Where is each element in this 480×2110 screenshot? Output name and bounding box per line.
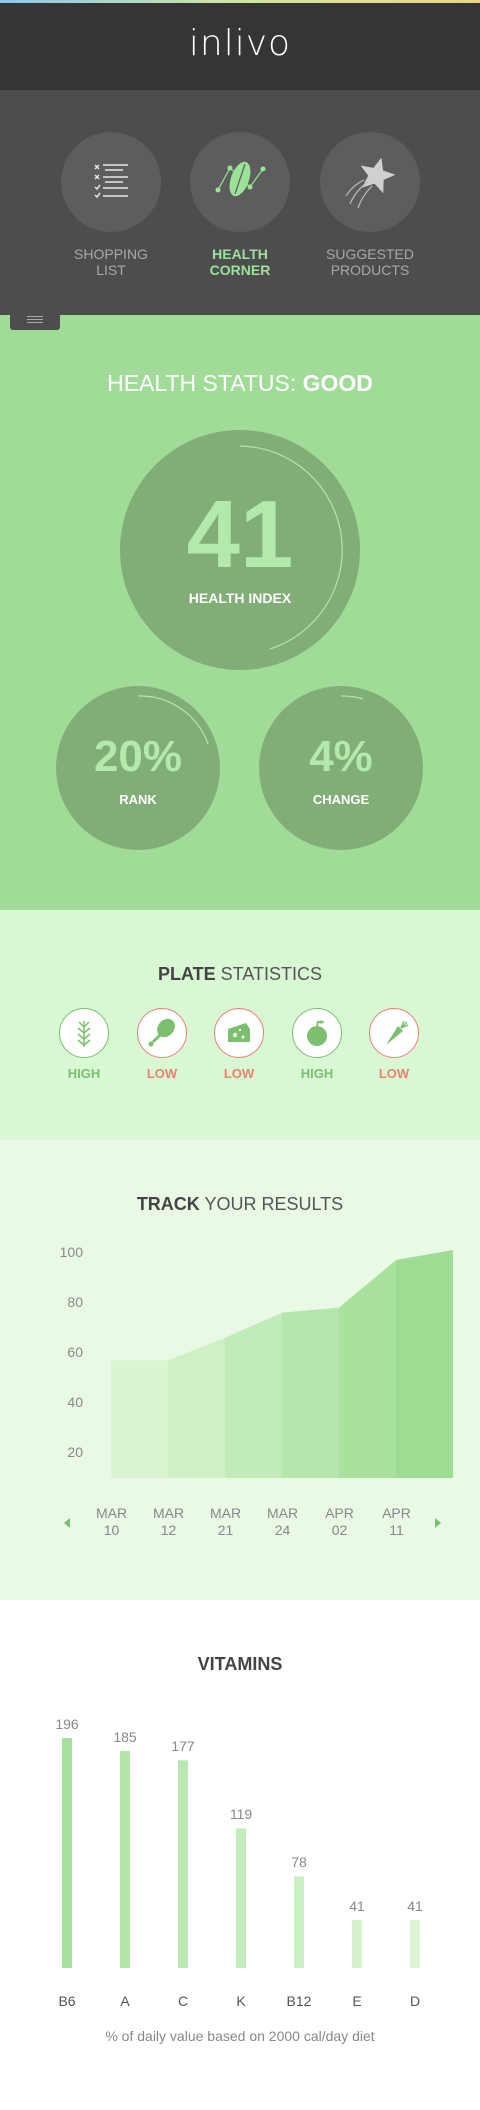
plate-item-vegetables[interactable]: LOW — [364, 1008, 424, 1081]
y-tick-label: 80 — [67, 1293, 83, 1310]
x-date-label[interactable]: MAR 21 — [201, 1505, 251, 1539]
area-segment — [168, 1337, 225, 1478]
menu-icon — [27, 319, 43, 320]
app-header: inlivo — [0, 3, 480, 90]
cheese-icon — [228, 1023, 250, 1042]
plate-icon-circle[interactable] — [292, 1008, 342, 1058]
vitamin-bar — [120, 1750, 130, 1968]
vitamin-category-label: A — [120, 1993, 130, 2009]
nav-item-suggested-products[interactable]: SUGGESTED PRODUCTS — [300, 132, 440, 278]
plate-title-bold: PLATE — [157, 964, 216, 984]
health-status-title: HEALTH STATUS: GOOD — [0, 370, 480, 397]
change-circle: 4% CHANGE — [259, 686, 423, 850]
y-tick-label: 100 — [59, 1243, 83, 1260]
vitamin-bar — [294, 1876, 304, 1968]
vitamin-category-label: C — [177, 1993, 189, 2009]
vitamin-value-label: 196 — [55, 1716, 79, 1732]
plate-level: LOW — [378, 1066, 410, 1081]
vitamin-bar — [178, 1760, 188, 1968]
plate-level: LOW — [223, 1066, 255, 1081]
rank-value: 20% — [93, 732, 183, 781]
plate-level: LOW — [146, 1066, 178, 1081]
status-title-prefix: HEALTH STATUS: — [107, 370, 303, 396]
drumstick-icon — [148, 1018, 175, 1047]
wheat-icon — [77, 1021, 91, 1047]
main-nav: SHOPPING LIST HEALTH CORNER SUGGESTED PR… — [0, 90, 480, 315]
plate-statistics-title: PLATE STATISTICS — [0, 964, 480, 985]
status-title-value: GOOD — [302, 370, 373, 396]
health-status-section: HEALTH STATUS: GOOD 41 HEALTH INDEX 20% … — [0, 315, 480, 910]
nav-item-shopping-list[interactable]: SHOPPING LIST — [41, 132, 181, 278]
nav-label: SUGGESTED PRODUCTS — [326, 246, 414, 278]
chart-prev-arrow[interactable] — [64, 1518, 70, 1528]
vitamin-category-label: B6 — [58, 1993, 76, 2009]
vitamin-value-label: 119 — [229, 1806, 253, 1823]
plate-icon-circle[interactable] — [137, 1008, 187, 1058]
carrot-icon — [386, 1020, 409, 1045]
vitamin-bar — [236, 1828, 246, 1968]
vitamin-value-label: 78 — [291, 1854, 307, 1871]
nav-label: SHOPPING LIST — [74, 246, 148, 278]
vitamin-value-label: 185 — [113, 1728, 137, 1745]
vitamins-section: VITAMINS 196 B6 185 A 177 C 119 K 78 B12 41 E 41 D % … — [0, 1600, 480, 2110]
area-segment — [111, 1360, 168, 1478]
nav-item-health-corner[interactable]: HEALTH CORNER — [170, 132, 310, 278]
vitamin-category-label: D — [409, 1993, 421, 2009]
plate-icon-circle[interactable] — [214, 1008, 264, 1058]
change-value: 4% — [309, 732, 373, 781]
track-results-section: TRACK YOUR RESULTS 20 40 60 80 100 MAR 10 MAR … — [0, 1140, 480, 1600]
x-date-label[interactable]: APR 11 — [372, 1505, 422, 1539]
nav-circle[interactable] — [190, 132, 290, 232]
health-index-label: HEALTH INDEX — [188, 590, 292, 606]
checklist-icon — [94, 164, 128, 199]
area-segment — [225, 1312, 282, 1478]
chart-next-arrow[interactable] — [435, 1518, 441, 1528]
rank-label: RANK — [119, 792, 157, 807]
vitamin-value-label: 177 — [171, 1738, 195, 1755]
plate-item-fruit[interactable]: HIGH — [287, 1008, 347, 1081]
plate-title-rest: STATISTICS — [215, 964, 322, 984]
menu-icon — [27, 316, 43, 317]
change-label: CHANGE — [312, 792, 370, 807]
x-date-label[interactable]: MAR 10 — [87, 1505, 137, 1539]
vitamin-category-label: B12 — [286, 1993, 312, 2009]
health-index-value: 41 — [186, 481, 294, 588]
plate-item-grains[interactable]: HIGH — [54, 1008, 114, 1081]
menu-icon — [27, 322, 43, 323]
apple-icon — [307, 1020, 327, 1046]
area-segment — [282, 1307, 339, 1478]
vitamin-bar — [62, 1738, 72, 1968]
plate-icon-circle[interactable] — [59, 1008, 109, 1058]
nav-circle[interactable] — [320, 132, 420, 232]
vitamin-bar — [352, 1919, 362, 1968]
vitamin-category-label: E — [352, 1993, 362, 2009]
app-logo[interactable]: inlivo — [0, 23, 480, 64]
vitamins-footnote: % of daily value based on 2000 cal/day d… — [105, 2028, 375, 2044]
x-date-label[interactable]: MAR 12 — [144, 1505, 194, 1539]
plate-icon-circle[interactable] — [369, 1008, 419, 1058]
y-tick-label: 20 — [67, 1443, 83, 1460]
shooting-star-icon — [345, 157, 396, 209]
vitamin-bar — [410, 1919, 420, 1968]
plate-level: HIGH — [300, 1066, 334, 1081]
health-index-circle: 41 HEALTH INDEX — [120, 430, 360, 670]
x-date-label[interactable]: MAR 24 — [258, 1505, 308, 1539]
plate-level: HIGH — [67, 1066, 101, 1081]
vitamin-value-label: 41 — [349, 1897, 365, 1914]
nav-circle[interactable] — [61, 132, 161, 232]
x-date-label[interactable]: APR 02 — [315, 1505, 365, 1539]
vitamin-category-label: K — [236, 1993, 246, 2009]
leaf-icon — [215, 161, 266, 197]
area-segment — [396, 1250, 453, 1478]
plate-item-dairy[interactable]: LOW — [209, 1008, 269, 1081]
nav-label: HEALTH CORNER — [209, 246, 271, 278]
rank-circle: 20% RANK — [56, 686, 220, 850]
plate-item-meat[interactable]: LOW — [132, 1008, 192, 1081]
menu-toggle-button[interactable] — [10, 310, 60, 330]
plate-statistics-section: PLATE STATISTICS HIGH LOW LOW HIGH LOW — [0, 910, 480, 1140]
area-segment — [339, 1260, 396, 1478]
y-tick-label: 40 — [67, 1393, 83, 1410]
vitamin-value-label: 41 — [407, 1897, 423, 1914]
y-tick-label: 60 — [67, 1343, 83, 1360]
